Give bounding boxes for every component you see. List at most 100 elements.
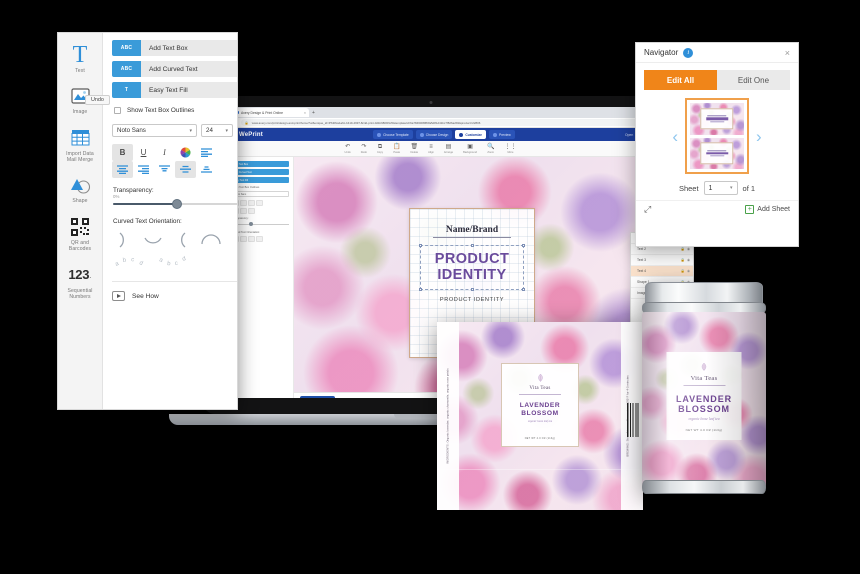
orientation-up-arc-icon[interactable] bbox=[198, 230, 224, 250]
toolbar-align[interactable]: ≡ Align bbox=[428, 144, 434, 154]
sidebar-item-qr-barcodes[interactable]: QR and Barcodes bbox=[58, 211, 103, 259]
orientation-left-arc-icon[interactable] bbox=[170, 230, 192, 250]
orientation-text-curve-alt-icon[interactable]: a b c d bbox=[156, 253, 192, 271]
sheet-thumbnail[interactable] bbox=[690, 103, 744, 135]
expand-arrows-icon[interactable]: ⤢ bbox=[644, 204, 651, 215]
tab-label: Choose Template bbox=[383, 132, 409, 137]
sheet-preview[interactable] bbox=[685, 98, 749, 174]
tab-choose-design[interactable]: Choose Design bbox=[415, 130, 453, 139]
toolbar-arrange[interactable]: ▤ Arrange bbox=[444, 144, 453, 154]
tab-edit-all[interactable]: Edit All bbox=[644, 70, 717, 90]
tab-choose-template[interactable]: Choose Template bbox=[373, 130, 413, 139]
browser-tab[interactable]: Avery Design & Print Online × bbox=[233, 108, 309, 117]
design-divider bbox=[433, 236, 511, 238]
design-subline-text[interactable]: PRODUCT IDENTITY bbox=[440, 297, 504, 303]
align-right-button[interactable] bbox=[133, 161, 154, 178]
info-icon[interactable]: i bbox=[683, 47, 694, 58]
panel-color[interactable] bbox=[256, 200, 263, 206]
add-curved-text-button[interactable]: ABC Add Curved Text bbox=[112, 61, 237, 77]
align-center-button[interactable] bbox=[112, 161, 133, 178]
lock-icon[interactable]: 🔒 bbox=[681, 269, 685, 273]
toolbar-paste[interactable]: 📋 Paste bbox=[393, 144, 400, 154]
toolbar-label: Align bbox=[428, 150, 434, 154]
toolbar-background[interactable]: ▣ Background bbox=[463, 144, 477, 154]
box-front-face: INGREDIENTS: Organic lavender, organic c… bbox=[437, 322, 643, 510]
toolbar-undo[interactable]: ↶ Undo bbox=[345, 144, 351, 154]
orientation-option[interactable] bbox=[240, 236, 247, 242]
box-net-weight-text: NET WT 4.0 OZ (113g) bbox=[524, 436, 556, 440]
thumbnail-label bbox=[700, 108, 734, 130]
font-family-select[interactable]: Noto Sans ▾ bbox=[112, 124, 197, 137]
sidebar-item-shape[interactable]: Shape bbox=[58, 169, 103, 210]
show-text-box-outlines-checkbox[interactable]: Show Text Box Outlines bbox=[114, 107, 237, 114]
toolbar-copy[interactable]: ⧉ Copy bbox=[377, 144, 383, 154]
panel-italic[interactable] bbox=[248, 200, 255, 206]
add-text-box-button[interactable]: ABC Add Text Box bbox=[112, 40, 237, 56]
tab-close-icon[interactable]: × bbox=[304, 111, 306, 115]
panel-add-curved-text[interactable]: Add Curved Text bbox=[232, 169, 289, 175]
toolbar-more[interactable]: ⋮⋮ More bbox=[504, 144, 516, 154]
slider-handle[interactable] bbox=[172, 199, 182, 209]
bold-button[interactable]: B bbox=[112, 144, 133, 161]
add-sheet-button[interactable]: + Add Sheet bbox=[745, 205, 790, 214]
panel-transparency-slider[interactable] bbox=[232, 222, 289, 226]
design-brand-text[interactable]: Name/Brand bbox=[446, 225, 498, 235]
tab-customize[interactable]: Customize bbox=[455, 130, 486, 139]
italic-button[interactable]: I bbox=[154, 144, 175, 161]
sidebar-item-import-data[interactable]: Import Data Mail Merge bbox=[58, 122, 103, 170]
chevron-right-icon[interactable]: › bbox=[756, 128, 762, 145]
panel-align-right[interactable] bbox=[248, 208, 255, 214]
panel-align-center[interactable] bbox=[240, 208, 247, 214]
panel-underline[interactable] bbox=[240, 200, 247, 206]
sheet-number-select[interactable]: 1 ▾ bbox=[703, 181, 738, 195]
design-headline-textbox[interactable]: PRODUCT IDENTITY bbox=[419, 243, 525, 291]
underline-button[interactable]: U bbox=[133, 144, 154, 161]
lock-icon[interactable]: 🔒 bbox=[681, 247, 685, 251]
layer-row[interactable]: Text 3 🔒 ◉ bbox=[631, 255, 693, 266]
lock-icon[interactable]: 🔒 bbox=[681, 258, 685, 262]
panel-orientation-label: Curved Text Orientation: bbox=[232, 231, 260, 234]
orientation-option[interactable] bbox=[248, 236, 255, 242]
toolbar-delete[interactable]: 🗑 Delete bbox=[410, 144, 418, 154]
curved-text-orientation-label: Curved Text Orientation: bbox=[113, 218, 182, 225]
align-bottom-button[interactable] bbox=[196, 161, 217, 178]
sidebar-item-label: Sequential Numbers bbox=[67, 287, 93, 300]
box-headline-line1: LAVENDER bbox=[519, 402, 561, 410]
align-top-button[interactable] bbox=[154, 161, 175, 178]
layer-row-selected[interactable]: Text 4 🔒 ◉ bbox=[631, 266, 693, 277]
orientation-right-arc-icon[interactable] bbox=[114, 230, 136, 250]
checkbox-icon bbox=[114, 107, 121, 114]
text-color-button[interactable] bbox=[175, 144, 196, 161]
transparency-slider[interactable]: 0% 100% bbox=[113, 194, 237, 209]
toolbar-redo[interactable]: ↷ Redo bbox=[361, 144, 367, 154]
orientation-text-curve-icon[interactable]: a b c d bbox=[114, 253, 150, 271]
align-middle-button[interactable] bbox=[175, 161, 196, 178]
sheet-thumbnail[interactable] bbox=[690, 137, 744, 169]
qr-code-icon bbox=[59, 216, 102, 238]
tab-edit-one[interactable]: Edit One bbox=[717, 70, 790, 90]
font-size-select[interactable]: 24 ▾ bbox=[201, 124, 233, 137]
tab-preview[interactable]: Preview bbox=[489, 130, 515, 139]
eye-icon[interactable]: ◉ bbox=[687, 247, 690, 251]
open-button[interactable]: Open bbox=[625, 133, 633, 137]
align-left-button[interactable] bbox=[196, 144, 217, 161]
orientation-down-arc-icon[interactable] bbox=[142, 230, 164, 250]
see-how-button[interactable]: See How bbox=[112, 281, 237, 301]
easy-text-fill-button[interactable]: T Easy Text Fill bbox=[112, 82, 237, 98]
sidebar-item-sequential-numbers[interactable]: 123. Sequential Numbers bbox=[58, 259, 103, 307]
choose-design-button[interactable]: Choose Design bbox=[300, 396, 336, 398]
panel-font-select[interactable]: Noto Sans bbox=[232, 191, 289, 197]
new-tab-button[interactable]: + bbox=[312, 110, 315, 116]
chevron-down-icon: ▾ bbox=[189, 127, 192, 134]
panel-add-text-box[interactable]: Add Text Box bbox=[232, 161, 289, 167]
close-icon[interactable]: × bbox=[785, 48, 790, 58]
orientation-option[interactable] bbox=[256, 236, 263, 242]
sidebar-item-text[interactable]: T Text bbox=[58, 39, 103, 80]
address-bar[interactable]: 🔒 www.avery.com/print/design-and-print/h… bbox=[240, 119, 645, 126]
eye-icon[interactable]: ◉ bbox=[687, 258, 690, 262]
chevron-left-icon[interactable]: ‹ bbox=[672, 128, 678, 145]
panel-easy-text-fill[interactable]: Easy Text Fill bbox=[232, 177, 289, 183]
toolbar-zoom[interactable]: 🔍 Zoom bbox=[487, 144, 494, 154]
eye-icon[interactable]: ◉ bbox=[687, 269, 690, 273]
app-header: AVERY WePrint Choose Template Choose Des… bbox=[211, 128, 650, 141]
